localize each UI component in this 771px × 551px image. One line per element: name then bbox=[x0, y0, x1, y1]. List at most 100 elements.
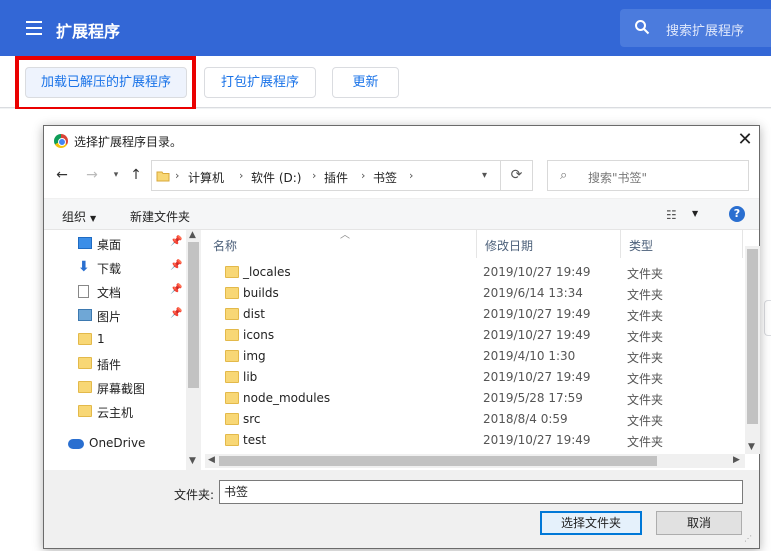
file-name: lib bbox=[243, 370, 258, 384]
chevron-right-icon[interactable]: › bbox=[361, 169, 365, 182]
update-button[interactable]: 更新 bbox=[332, 67, 399, 98]
select-folder-button[interactable]: 选择文件夹 bbox=[540, 511, 642, 535]
forward-arrow-icon[interactable]: → bbox=[83, 166, 101, 184]
file-row[interactable]: lib 2019/10/27 19:49 文件夹 bbox=[205, 367, 743, 388]
nav-pane-scrollbar[interactable]: ▲ ▼ bbox=[186, 230, 201, 470]
scrollbar-thumb[interactable] bbox=[219, 456, 657, 466]
file-type: 文件夹 bbox=[627, 288, 664, 302]
view-options-icon[interactable]: ☷ bbox=[666, 208, 677, 222]
file-name: node_modules bbox=[243, 391, 331, 405]
organize-menu[interactable]: 组织 ▼ bbox=[62, 208, 96, 225]
file-row[interactable]: src 2018/8/4 0:59 文件夹 bbox=[205, 409, 743, 430]
nav-item-cloud-host[interactable]: 云主机 bbox=[44, 400, 186, 424]
file-name: test bbox=[243, 433, 267, 447]
chevron-down-icon[interactable]: ▾ bbox=[482, 170, 487, 181]
chevron-up-icon[interactable]: ▲ bbox=[189, 230, 196, 240]
file-type: 文件夹 bbox=[627, 309, 664, 323]
folder-icon bbox=[225, 413, 239, 425]
nav-item-label: OneDrive bbox=[89, 436, 146, 450]
nav-item-label: 1 bbox=[97, 332, 105, 346]
file-row[interactable]: img 2019/4/10 1:30 文件夹 bbox=[205, 346, 743, 367]
navigation-row: ← → ▾ ↑ › 计算机 › 软件 (D:) › 插件 › 书签 › ▾ ⟳ … bbox=[44, 158, 759, 194]
chevron-right-icon[interactable]: › bbox=[239, 169, 243, 182]
nav-item-documents[interactable]: 文档 📌 bbox=[44, 280, 186, 304]
file-date: 2019/10/27 19:49 bbox=[483, 328, 591, 342]
menu-icon[interactable] bbox=[26, 21, 42, 35]
chevron-left-icon[interactable]: ◀ bbox=[208, 455, 215, 465]
file-name: icons bbox=[243, 328, 275, 342]
nav-item-screenshots[interactable]: 屏幕截图 bbox=[44, 376, 186, 400]
folder-icon bbox=[225, 371, 239, 383]
search-icon bbox=[635, 20, 650, 35]
up-arrow-icon[interactable]: ↑ bbox=[127, 166, 145, 184]
new-folder-button[interactable]: 新建文件夹 bbox=[130, 208, 190, 225]
cancel-button[interactable]: 取消 bbox=[656, 511, 742, 535]
file-date: 2019/10/27 19:49 bbox=[483, 433, 591, 447]
file-row[interactable]: test 2019/10/27 19:49 文件夹 bbox=[205, 430, 743, 451]
column-header-date[interactable]: 修改日期 bbox=[477, 230, 621, 258]
chevron-down-icon[interactable]: ▼ bbox=[748, 442, 755, 452]
nav-item-desktop[interactable]: 桌面 📌 bbox=[44, 232, 186, 256]
address-bar[interactable]: › 计算机 › 软件 (D:) › 插件 › 书签 › ▾ bbox=[151, 160, 501, 191]
search-placeholder: 搜索扩展程序 bbox=[666, 24, 745, 39]
column-header-type[interactable]: 类型 bbox=[621, 230, 743, 258]
column-label: 类型 bbox=[629, 239, 654, 253]
column-header-name[interactable]: 名称 ︿ bbox=[205, 230, 477, 258]
chevron-right-icon[interactable]: › bbox=[312, 169, 316, 182]
chevron-right-icon[interactable]: › bbox=[409, 169, 413, 182]
file-row[interactable]: node_modules 2019/5/28 17:59 文件夹 bbox=[205, 388, 743, 409]
pin-icon: 📌 bbox=[170, 260, 183, 271]
back-arrow-icon[interactable]: ← bbox=[53, 166, 71, 184]
pin-icon: 📌 bbox=[170, 236, 183, 247]
scrollbar-thumb[interactable] bbox=[747, 249, 758, 424]
nav-item-plugins[interactable]: 插件 bbox=[44, 352, 186, 376]
cloud-icon bbox=[68, 439, 84, 449]
file-list: 名称 ︿ 修改日期 类型 _locales 2019/10/27 19:49 文… bbox=[205, 230, 759, 470]
file-row[interactable]: icons 2019/10/27 19:49 文件夹 bbox=[205, 325, 743, 346]
pictures-icon bbox=[78, 309, 92, 321]
folder-icon bbox=[225, 350, 239, 362]
file-list-horizontal-scrollbar[interactable]: ◀ ▶ bbox=[205, 454, 745, 468]
scrollbar-thumb[interactable] bbox=[188, 242, 199, 388]
chevron-right-icon[interactable]: ▶ bbox=[733, 455, 740, 465]
nav-item-downloads[interactable]: ⬇ 下载 📌 bbox=[44, 256, 186, 280]
chevron-down-icon[interactable]: ▼ bbox=[692, 209, 698, 218]
dialog-titlebar: 选择扩展程序目录。 ✕ bbox=[44, 126, 759, 156]
breadcrumb-bookmarks[interactable]: 书签 bbox=[373, 169, 397, 186]
folder-icon bbox=[156, 171, 170, 182]
pin-icon: 📌 bbox=[170, 308, 183, 319]
file-type: 文件夹 bbox=[627, 267, 664, 281]
nav-item-pictures[interactable]: 图片 📌 bbox=[44, 304, 186, 328]
file-row[interactable]: _locales 2019/10/27 19:49 文件夹 bbox=[205, 262, 743, 283]
extension-card-edge bbox=[764, 300, 771, 336]
close-icon[interactable]: ✕ bbox=[736, 130, 754, 150]
dialog-title: 选择扩展程序目录。 bbox=[74, 135, 183, 149]
breadcrumb-plugins[interactable]: 插件 bbox=[324, 169, 348, 186]
breadcrumb-drive[interactable]: 软件 (D:) bbox=[251, 169, 301, 186]
extensions-header: 扩展程序 搜索扩展程序 bbox=[0, 0, 771, 56]
folder-name-input[interactable]: 书签 bbox=[219, 480, 743, 504]
folder-icon bbox=[225, 434, 239, 446]
file-row[interactable]: dist 2019/10/27 19:49 文件夹 bbox=[205, 304, 743, 325]
help-icon[interactable]: ? bbox=[729, 206, 745, 222]
extensions-search-input[interactable]: 搜索扩展程序 bbox=[620, 9, 771, 47]
pack-extension-button[interactable]: 打包扩展程序 bbox=[204, 67, 316, 98]
dialog-footer: 文件夹: 书签 选择文件夹 取消 ⋰ bbox=[44, 470, 759, 548]
file-list-vertical-scrollbar[interactable]: ▼ bbox=[745, 246, 760, 454]
nav-item-label: 桌面 bbox=[97, 238, 122, 252]
chevron-down-icon[interactable]: ▼ bbox=[189, 456, 196, 466]
file-type: 文件夹 bbox=[627, 435, 664, 449]
file-row[interactable]: builds 2019/6/14 13:34 文件夹 bbox=[205, 283, 743, 304]
resize-grip-icon[interactable]: ⋰ bbox=[744, 534, 752, 543]
file-type: 文件夹 bbox=[627, 414, 664, 428]
nav-item-onedrive[interactable]: OneDrive bbox=[44, 432, 186, 456]
file-date: 2018/8/4 0:59 bbox=[483, 412, 568, 426]
folder-search-placeholder: 搜索"书签" bbox=[588, 171, 648, 185]
nav-item-1[interactable]: 1 bbox=[44, 328, 186, 352]
breadcrumb-computer[interactable]: 计算机 bbox=[188, 169, 224, 186]
chevron-right-icon[interactable]: › bbox=[175, 169, 179, 182]
folder-icon bbox=[78, 333, 92, 345]
refresh-icon[interactable]: ⟳ bbox=[501, 160, 533, 191]
recent-locations-chevron-icon[interactable]: ▾ bbox=[107, 166, 125, 184]
folder-search-input[interactable]: ⌕ 搜索"书签" bbox=[547, 160, 749, 191]
